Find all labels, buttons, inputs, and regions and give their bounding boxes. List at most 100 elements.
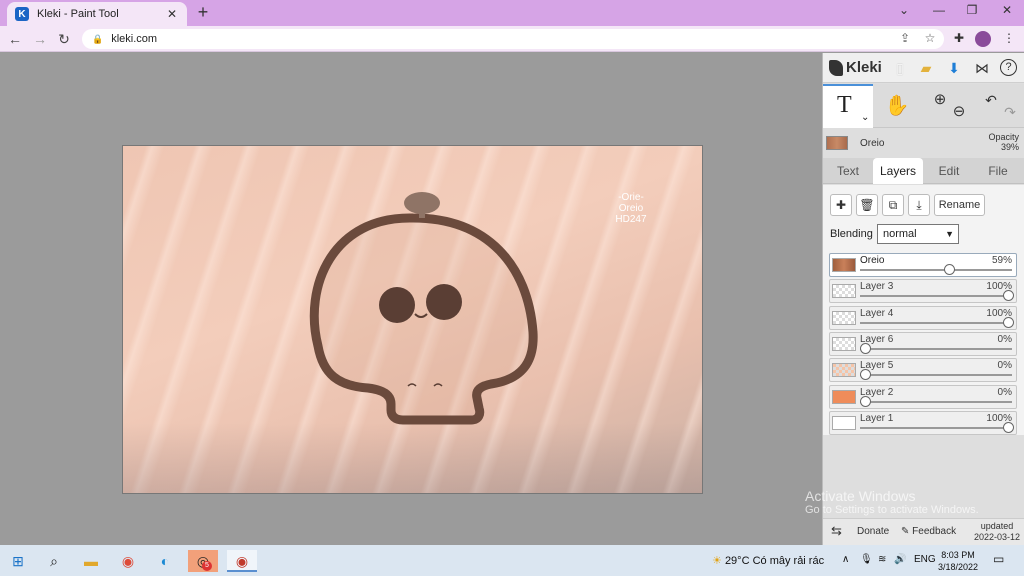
chrome-icon[interactable]: ◉ — [117, 550, 139, 572]
layer-list: Oreio 59% Layer 3 100% Layer 4 100% Layer 6 0% L… — [823, 249, 1024, 435]
chrome-profile-icon[interactable]: ◉ — [227, 550, 257, 572]
brush-name: Oreio — [860, 138, 885, 149]
kleki-logo[interactable]: Kleki — [829, 59, 882, 76]
layer-row[interactable]: Layer 1 100% — [829, 410, 1017, 435]
donate-button[interactable]: Donate — [857, 526, 889, 537]
layer-opacity-slider[interactable] — [860, 295, 1012, 298]
edge-icon[interactable]: ◐ — [154, 550, 176, 572]
merge-down-icon[interactable]: ⤓ — [908, 194, 930, 216]
windows-start-icon[interactable]: ⊞ — [7, 550, 29, 572]
blending-label: Blending — [830, 228, 873, 240]
slider-knob[interactable] — [944, 264, 956, 275]
bookmark-star-icon[interactable]: ☆ — [922, 31, 938, 47]
redo-icon[interactable]: ↷ — [996, 98, 1024, 126]
canvas-workspace[interactable]: -Orie- Oreio HD247 — [0, 53, 822, 545]
wifi-icon[interactable]: ≋ — [878, 554, 886, 565]
tab-close-icon[interactable]: ✕ — [165, 7, 179, 21]
layer-opacity: 0% — [997, 386, 1012, 398]
layer-opacity-slider[interactable] — [860, 426, 1012, 429]
tab-text[interactable]: Text — [827, 158, 869, 184]
hand-tool-icon[interactable]: ✋ — [883, 92, 911, 120]
show-hidden-icons[interactable]: ∧ — [842, 554, 849, 565]
layer-thumbnail — [832, 284, 856, 299]
tab-search-icon[interactable]: ⌄ — [891, 3, 917, 21]
volume-icon[interactable]: 🔊 — [894, 554, 906, 565]
layer-thumbnail — [832, 389, 856, 404]
text-tool-button[interactable]: T ⌄ — [823, 84, 873, 128]
new-image-icon[interactable]: ▯ — [891, 59, 909, 77]
slider-knob[interactable] — [1003, 421, 1014, 433]
tab-edit[interactable]: Edit — [927, 158, 971, 184]
open-folder-icon[interactable]: ▰ — [917, 59, 935, 77]
search-icon[interactable]: ⌕ — [43, 550, 65, 572]
extensions-puzzle-icon[interactable]: ✚ — [951, 31, 967, 47]
close-window-button[interactable]: ✕ — [994, 3, 1020, 21]
new-tab-button[interactable]: + — [194, 3, 212, 22]
layer-name: Layer 1 — [860, 412, 894, 424]
microphone-icon[interactable]: 🎙 — [860, 554, 873, 565]
browser-menu-icon[interactable]: ⋮ — [1001, 31, 1017, 47]
brush-preview-swatch[interactable] — [826, 136, 848, 150]
profile-avatar[interactable] — [975, 31, 991, 47]
layer-row[interactable]: Oreio 59% — [829, 253, 1017, 277]
share-icon[interactable]: ⋈ — [973, 59, 991, 77]
slider-knob[interactable] — [860, 395, 871, 407]
zoom-out-icon[interactable]: ⊖ — [945, 98, 973, 126]
minimize-button[interactable]: — — [926, 3, 952, 21]
slider-knob[interactable] — [1003, 290, 1014, 302]
system-clock[interactable]: 8:03 PM 3/18/2022 — [938, 549, 978, 573]
tab-file[interactable]: File — [975, 158, 1021, 184]
blending-select[interactable]: normal ▼ — [877, 224, 959, 244]
delete-layer-icon[interactable]: 🗑 — [856, 194, 878, 216]
kleki-favicon-icon: K — [15, 7, 29, 21]
brush-info-row: Oreio Opacity 39% — [823, 129, 1024, 157]
weather-widget[interactable]: ☀ 29°C Có mây rải rác — [712, 554, 824, 567]
layer-opacity-slider[interactable] — [860, 400, 1012, 403]
download-icon[interactable]: ⬇ — [945, 59, 963, 77]
reload-icon[interactable]: ↻ — [55, 30, 73, 48]
feedback-label: Feedback — [912, 526, 957, 537]
layer-row[interactable]: Layer 5 0% — [829, 358, 1017, 383]
layer-opacity-slider[interactable] — [860, 374, 1012, 377]
duplicate-layer-icon[interactable]: ⧉ — [882, 194, 904, 216]
restore-button[interactable]: ❐ — [959, 3, 985, 21]
weather-sun-icon: ☀ — [712, 555, 722, 567]
weather-text: 29°C Có mây rải rác — [724, 555, 825, 567]
forward-arrow-icon[interactable]: → — [31, 30, 49, 48]
help-icon[interactable]: ? — [1000, 59, 1017, 76]
layer-name: Layer 3 — [860, 281, 894, 293]
add-layer-button[interactable]: ✚ — [830, 194, 852, 216]
language-indicator[interactable]: ENG — [914, 554, 936, 565]
layer-row[interactable]: Layer 3 100% — [829, 279, 1017, 304]
drawing-canvas[interactable]: -Orie- Oreio HD247 — [122, 145, 703, 494]
tab-layers[interactable]: Layers — [873, 158, 923, 184]
layer-opacity-slider[interactable] — [860, 347, 1012, 350]
text-tool-icon: T — [837, 92, 852, 118]
layer-opacity-slider[interactable] — [860, 321, 1012, 324]
tab-title: Kleki - Paint Tool — [37, 8, 119, 20]
layer-opacity-slider[interactable] — [860, 269, 1012, 271]
back-arrow-icon[interactable]: ← — [6, 30, 24, 48]
updated-info[interactable]: updated 2022-03-12 — [974, 521, 1020, 543]
slider-knob[interactable] — [860, 342, 871, 354]
rename-button[interactable]: Rename — [934, 194, 985, 216]
swap-sides-icon[interactable]: ⇆ — [831, 523, 842, 539]
layer-row[interactable]: Layer 4 100% — [829, 305, 1017, 330]
file-explorer-icon[interactable]: ▬ — [80, 550, 102, 572]
slider-knob[interactable] — [1003, 316, 1014, 328]
layer-thumbnail — [832, 258, 856, 272]
slider-knob[interactable] — [860, 369, 871, 381]
layer-row[interactable]: Layer 6 0% — [829, 331, 1017, 356]
updated-line-2: 2022-03-12 — [973, 532, 1020, 542]
notifications-icon[interactable]: ▭ — [993, 552, 1004, 566]
url-field[interactable]: 🔒 kleki.com ⇪ ☆ — [82, 29, 944, 49]
kleki-side-panel: Kleki ▯ ▰ ⬇ ⋈ ? T ⌄ ✋ ⊕ ⊖ ↶ ↷ Oreio Opac… — [822, 53, 1024, 545]
chevron-down-icon[interactable]: ⌄ — [861, 112, 869, 123]
notification-badge: 5 — [202, 561, 212, 571]
layer-row[interactable]: Layer 2 0% — [829, 384, 1017, 409]
share-page-icon[interactable]: ⇪ — [897, 31, 913, 47]
layer-opacity: 59% — [991, 255, 1012, 266]
feedback-button[interactable]: ✎ Feedback — [901, 526, 956, 537]
address-bar-row: ← → ↻ 🔒 kleki.com ⇪ ☆ ✚ ⋮ — [0, 26, 1024, 52]
browser-tab[interactable]: K Kleki - Paint Tool ✕ — [7, 2, 187, 26]
